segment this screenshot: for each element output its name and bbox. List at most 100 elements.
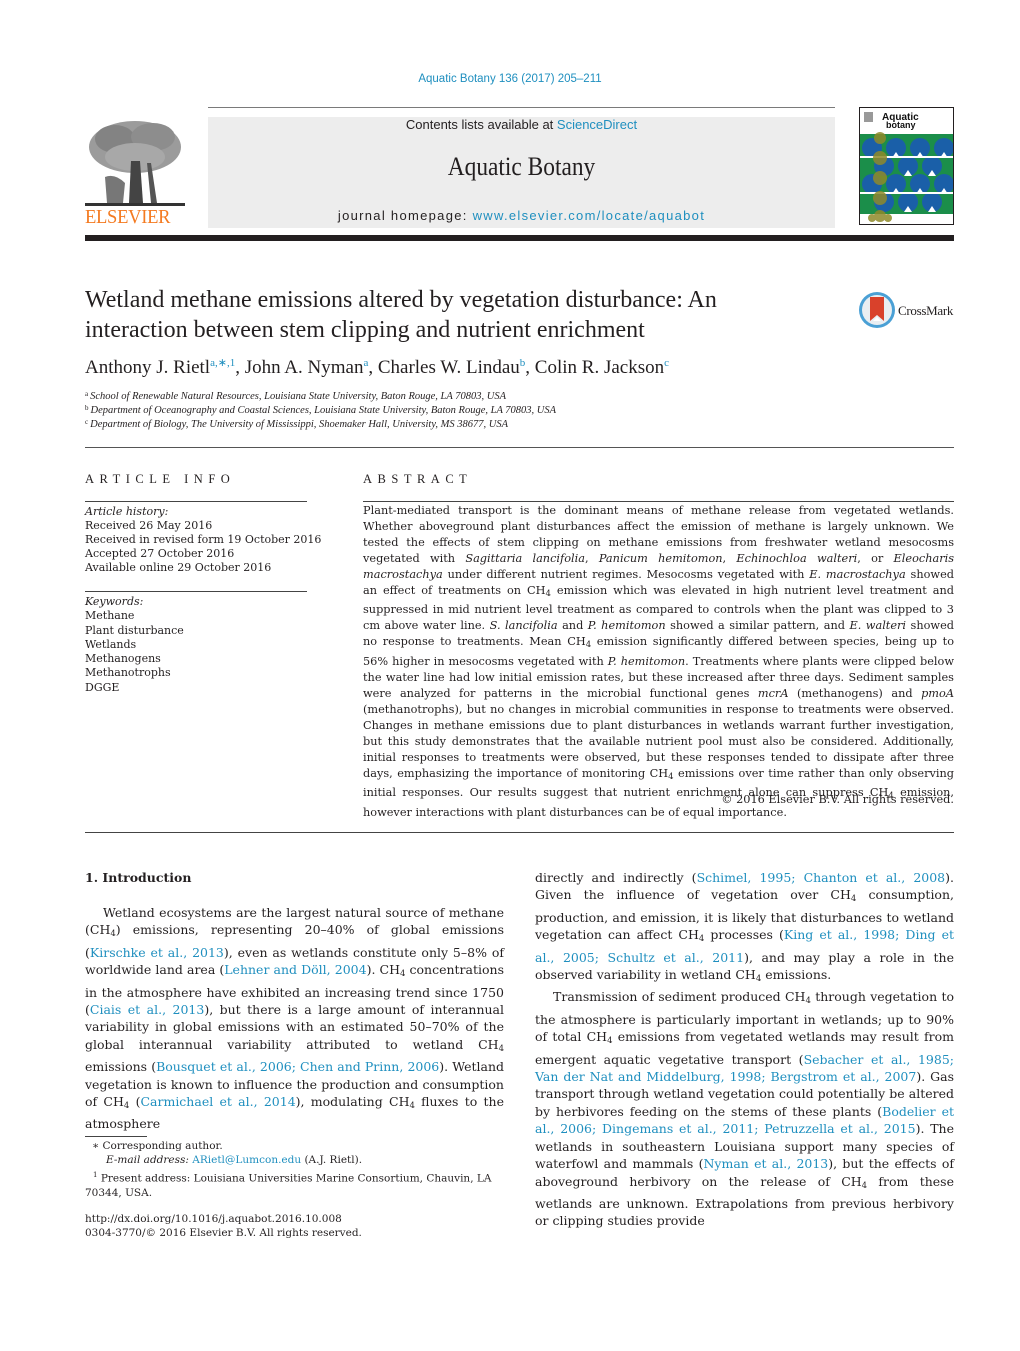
affiliation-c: c Department of Biology, The University o… (85, 418, 508, 430)
affiliation-text: Department of Biology, The University of… (90, 419, 509, 430)
elsevier-tree-icon (85, 117, 185, 209)
citation-link[interactable]: Kirschke et al., 2013 (90, 945, 224, 960)
author-name[interactable]: Colin R. Jackson (535, 357, 664, 378)
author-name[interactable]: Anthony J. Rietl (85, 357, 210, 378)
journal-cover-icon: Aquatic botany (860, 108, 953, 224)
homepage-link[interactable]: www.elsevier.com/locate/aquabot (473, 208, 706, 223)
italic-term: E. macrostachya (809, 567, 906, 581)
citation-link[interactable]: Carmichael et al., 2014 (140, 1094, 295, 1109)
email-suffix: (A.J. Rietl). (301, 1154, 363, 1166)
keyword: Wetlands (85, 638, 137, 651)
article-title: Wetland methane emissions altered by veg… (85, 287, 717, 343)
elsevier-wordmark: ELSEVIER (85, 207, 171, 228)
elsevier-logo[interactable]: ELSEVIER (85, 117, 185, 229)
subscript: 4 (399, 969, 406, 980)
subscript: 4 (805, 996, 811, 1007)
email-link[interactable]: ARietl@Lumcon.edu (192, 1154, 301, 1166)
subscript: 4 (498, 1043, 504, 1054)
crossmark-button[interactable]: CrossMark (858, 291, 958, 331)
italic-term: Panicum hemitomon (598, 551, 723, 565)
homepage-prefix: journal homepage: (337, 208, 473, 223)
sciencedirect-link[interactable]: ScienceDirect (557, 117, 637, 132)
affiliation-b: b Department of Oceanography and Coastal … (85, 404, 556, 416)
footnote-marker: 1 (93, 1171, 98, 1179)
contents-available-line: Contents lists available at ScienceDirec… (208, 117, 835, 132)
affiliation-key: c (85, 418, 89, 426)
keyword: Methane (85, 609, 135, 622)
divider (85, 501, 307, 502)
subscript: 4 (668, 771, 674, 782)
body-column-right: directly and indirectly (Schimel, 1995; … (535, 869, 954, 1230)
italic-term: Sagittaria lancifolia (465, 551, 585, 565)
citation-link[interactable]: Sebacher et al., 1985; Van der Nat and M… (535, 1052, 954, 1084)
author-separator: , (368, 357, 378, 378)
contents-prefix: Contents lists available at (405, 117, 557, 132)
abstract-copyright: © 2016 Elsevier B.V. All rights reserved… (721, 793, 954, 806)
abstract-heading: ABSTRACT (363, 472, 473, 486)
author-name[interactable]: Charles W. Lindau (378, 357, 520, 378)
italic-term: P. hemitomon (587, 619, 666, 633)
citation-link[interactable]: Bousquet et al., 2006; Chen and Prinn, 2… (156, 1059, 439, 1074)
history-item: Accepted 27 October 2016 (85, 547, 235, 560)
footnote-text: Corresponding author. (102, 1140, 223, 1152)
journal-cover-thumbnail[interactable]: Aquatic botany (859, 107, 954, 225)
affiliation-key: b (85, 404, 89, 412)
crossmark-icon (859, 292, 895, 328)
divider (85, 832, 954, 833)
citation-link[interactable]: Schimel, 1995; Chanton et al., 2008 (697, 870, 946, 885)
intro-paragraph-continued: directly and indirectly (Schimel, 1995; … (535, 870, 954, 985)
crossmark-label: CrossMark (898, 303, 954, 318)
citation-link[interactable]: Lehner and Döll, 2004 (224, 962, 366, 977)
author-affil-marker[interactable]: c (664, 357, 669, 369)
header-rule (208, 107, 835, 108)
author-separator: , (525, 357, 535, 378)
subscript: 4 (861, 1180, 868, 1191)
author-affil-marker[interactable]: a,∗,1 (210, 357, 235, 369)
subscript: 4 (123, 1101, 130, 1112)
keyword: Methanogens (85, 652, 161, 665)
author-list: Anthony J. Rietla,∗,1, John A. Nymana, C… (85, 356, 845, 379)
issn-copyright: 0304-3770/© 2016 Elsevier B.V. All right… (85, 1227, 362, 1239)
header-thick-rule (85, 235, 954, 241)
subscript: 4 (755, 974, 762, 985)
journal-name: Aquatic Botany (447, 152, 596, 181)
keyword: DGGE (85, 681, 120, 694)
italic-term: P. hemitomon (607, 655, 686, 669)
keyword: Plant disturbance (85, 624, 184, 637)
citation-link[interactable]: Ciais et al., 2013 (90, 1002, 204, 1017)
subscript: 4 (110, 929, 116, 940)
affiliation-a: a School of Renewable Natural Resources, … (85, 390, 506, 402)
citation-link[interactable]: Bodelier et al., 2006; Dingemans et al.,… (535, 1104, 954, 1136)
footnote-corresponding: ∗ Corresponding author. (92, 1139, 223, 1154)
section-heading-introduction: 1. Introduction (85, 870, 192, 885)
intro-paragraph: Transmission of sediment produced CH4 th… (535, 989, 955, 1229)
intro-paragraph: Wetland ecosystems are the largest natur… (85, 905, 504, 1132)
affiliation-text: School of Renewable Natural Resources, L… (90, 391, 506, 402)
divider (85, 591, 307, 592)
citation-link[interactable]: King et al., 1998; Ding et al., 2005; Sc… (535, 927, 954, 964)
email-label: E-mail address: (106, 1154, 189, 1166)
history-item: Received in revised form 19 October 2016 (85, 533, 322, 546)
subscript: 4 (545, 588, 551, 599)
history-item: Available online 29 October 2016 (85, 561, 272, 574)
subscript: 4 (607, 1036, 613, 1047)
author-separator: , (235, 357, 245, 378)
footnote-email: E-mail address: ARietl@Lumcon.edu (A.J. … (106, 1153, 362, 1168)
cover-title-2: botany (886, 120, 916, 130)
subscript: 4 (409, 1101, 415, 1112)
journal-citation[interactable]: Aquatic Botany 136 (2017) 205–211 (0, 73, 1020, 85)
subscript: 4 (850, 894, 857, 905)
keyword: Methanotrophs (85, 666, 171, 679)
italic-term: S. lancifolia (489, 619, 558, 633)
italic-term: mcrA (757, 686, 789, 700)
affiliation-key: a (85, 390, 89, 398)
italic-term: pmoA (921, 686, 954, 700)
history-item: Received 26 May 2016 (85, 519, 213, 532)
doi-link[interactable]: http://dx.doi.org/10.1016/j.aquabot.2016… (85, 1212, 342, 1227)
author-name[interactable]: John A. Nyman (245, 357, 364, 378)
history-label: Article history: (85, 505, 169, 518)
footnote-marker: ∗ (92, 1140, 100, 1152)
citation-link[interactable]: Nyman et al., 2013 (703, 1156, 828, 1171)
subscript: 4 (698, 934, 705, 945)
footnote-rule (85, 1136, 147, 1137)
